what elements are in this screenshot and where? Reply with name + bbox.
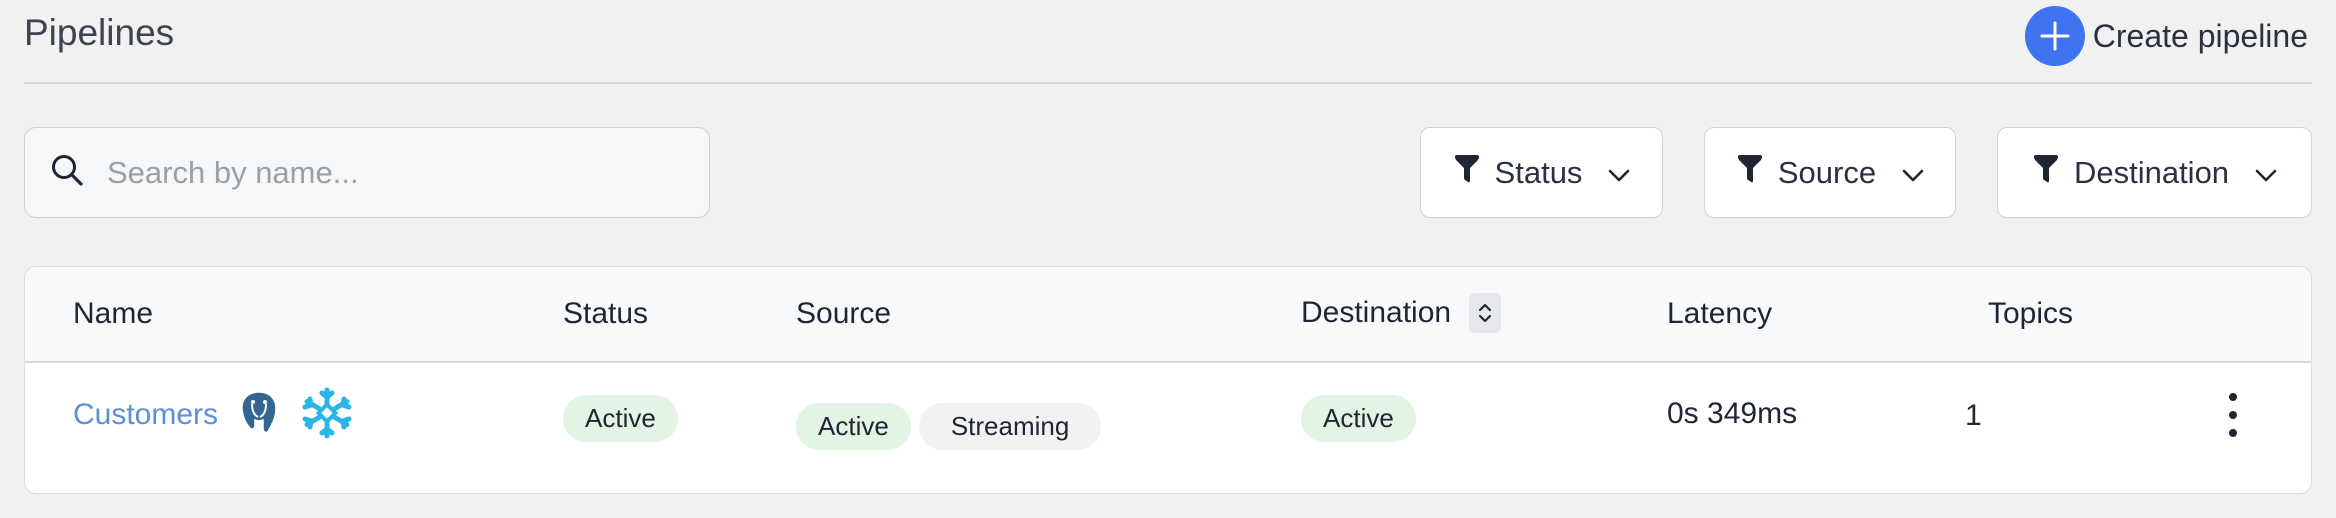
column-header-name: Name <box>73 297 154 330</box>
search-icon <box>49 152 85 193</box>
destination-filter-button[interactable]: Destination <box>1997 127 2312 218</box>
page-title: Pipelines <box>24 12 175 53</box>
filter-icon <box>2032 154 2060 192</box>
status-cell: Active <box>563 395 678 442</box>
postgres-icon <box>238 390 280 441</box>
source-filter-button[interactable]: Source <box>1704 127 1956 218</box>
status-filter-label: Status <box>1494 154 1583 190</box>
status-filter-button[interactable]: Status <box>1420 127 1663 218</box>
header-divider <box>24 82 2312 84</box>
column-header-topics: Topics <box>1988 297 2074 330</box>
source-status-badge: Active <box>796 403 911 450</box>
pipelines-table: Name Status Source Destination Latency T… <box>24 266 2312 494</box>
name-cell: Customers <box>73 365 354 465</box>
sort-icon[interactable] <box>1469 293 1502 333</box>
destination-cell: Active <box>1301 395 1416 442</box>
latency-value: 0s 349ms <box>1667 397 1798 430</box>
column-header-status: Status <box>563 297 649 330</box>
topics-value: 1 <box>1965 399 1982 432</box>
status-badge: Active <box>563 395 678 442</box>
table-header: Name Status Source Destination Latency T… <box>25 267 2311 363</box>
column-header-destination: Destination <box>1301 293 1502 333</box>
table-row[interactable]: Customers Active Active Streaming Active… <box>25 365 2311 493</box>
pipeline-name-link[interactable]: Customers <box>73 398 218 432</box>
source-filter-label: Source <box>1777 154 1877 190</box>
search-box[interactable] <box>24 127 710 218</box>
chevron-down-icon <box>1902 155 1924 191</box>
filter-icon <box>1453 154 1481 192</box>
chevron-down-icon <box>2255 155 2277 191</box>
destination-status-badge: Active <box>1301 395 1416 442</box>
destination-filter-label: Destination <box>2073 154 2230 190</box>
column-header-source: Source <box>796 297 892 330</box>
source-mode-badge: Streaming <box>918 403 1102 450</box>
snowflake-icon <box>300 386 354 445</box>
pipelines-page: Pipelines Create pipeline Status Source <box>0 0 2336 518</box>
search-input[interactable] <box>107 154 667 191</box>
plus-icon <box>2024 6 2085 66</box>
chevron-down-icon <box>1608 155 1630 191</box>
column-header-latency: Latency <box>1667 297 1773 330</box>
filter-icon <box>1736 154 1764 192</box>
more-options-icon[interactable] <box>2213 385 2253 445</box>
create-pipeline-label: Create pipeline <box>2092 17 2308 54</box>
source-cell: Active Streaming <box>796 403 1102 450</box>
create-pipeline-button[interactable]: Create pipeline <box>2024 6 2308 66</box>
column-header-destination-label: Destination <box>1301 296 1452 329</box>
